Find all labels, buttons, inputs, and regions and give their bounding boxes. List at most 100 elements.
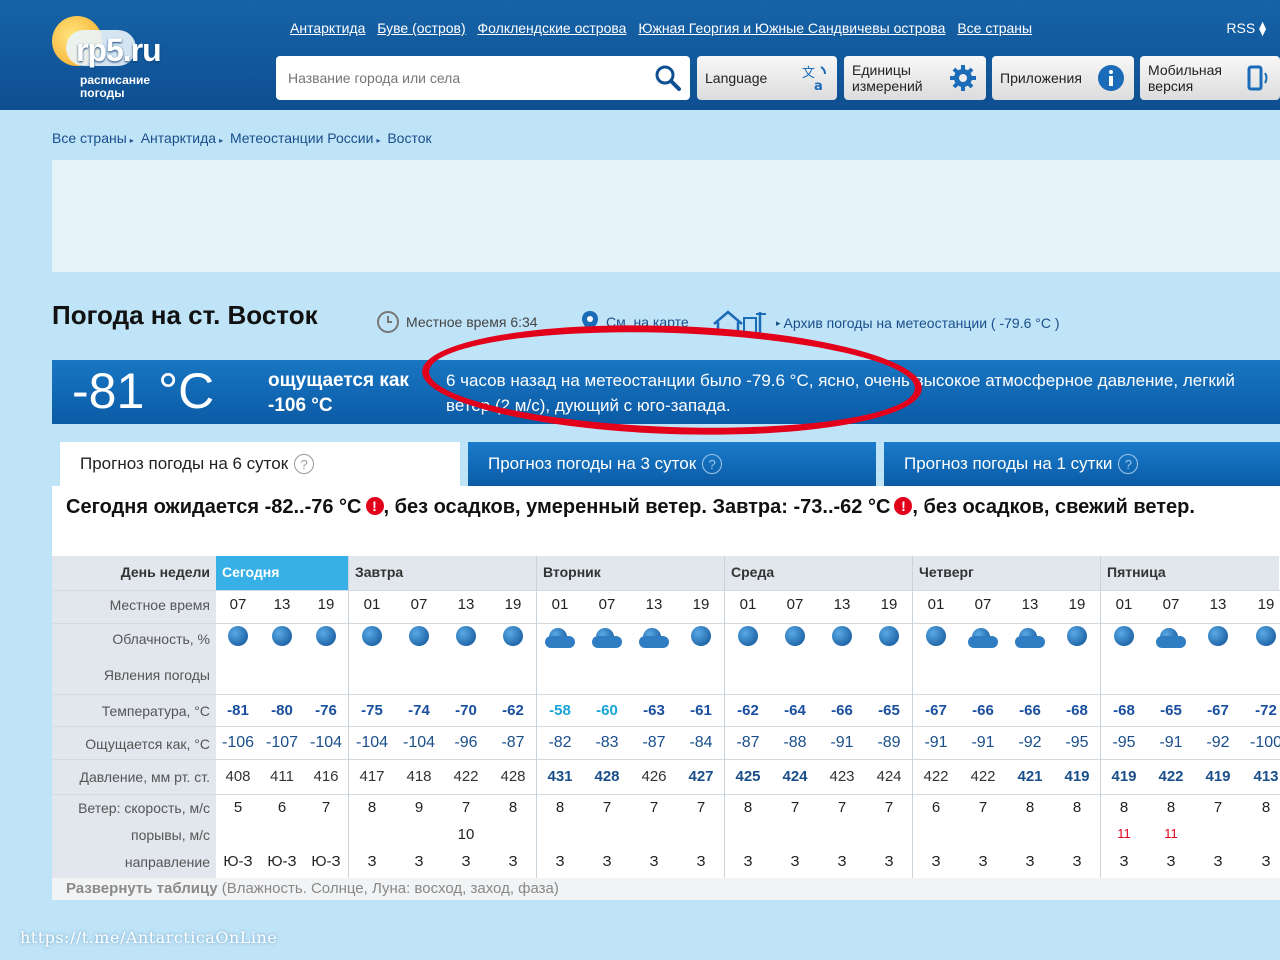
table-gridline (52, 623, 1280, 624)
temperature-cell: -80 (271, 702, 293, 719)
cloud-cell (490, 626, 536, 650)
feels-like-cell: -91 (924, 734, 948, 751)
mobile-version-button[interactable]: Мобильная версия (1140, 56, 1280, 100)
wind-direction-cell: Ю-З (311, 853, 341, 870)
archive-link[interactable]: ▸ Архив погоды на метеостанции ( -79.6 °… (712, 310, 1060, 336)
svg-text:a: a (814, 79, 823, 93)
feels-like-cell: -88 (783, 734, 807, 751)
time-cell: 07 (974, 596, 992, 613)
wind-direction-cell: З (649, 853, 659, 870)
units-button[interactable]: Единицы измерений (844, 56, 986, 100)
breadcrumb-arrow-icon: ▸ (129, 136, 134, 145)
apps-button[interactable]: Приложения (992, 56, 1134, 100)
feels-like-cell: -92 (1206, 734, 1230, 751)
top-link-south-georgia[interactable]: Южная Георгия и Южные Сандвичевы острова (638, 20, 945, 36)
search-input[interactable] (288, 66, 648, 90)
units-label: Единицы измерений (852, 62, 923, 94)
pressure-cell: 411 (270, 768, 294, 785)
row-label-phenomena: Явления погоды (103, 667, 210, 683)
temperature-cell: -74 (408, 702, 430, 719)
wind-direction-cell: З (790, 853, 800, 870)
tab-label: Прогноз погоды на 6 суток (80, 454, 289, 473)
pressure-cell: 419 (1111, 768, 1137, 785)
ad-placeholder (52, 160, 1280, 272)
phone-icon (1242, 63, 1272, 93)
wind-direction-cell: З (1261, 853, 1271, 870)
map-link[interactable]: См. на карте (580, 310, 689, 334)
temperature-cell: -68 (1066, 702, 1088, 719)
wind-speed-cell: 6 (931, 799, 941, 816)
time-cell: 13 (457, 596, 475, 613)
warning-icon: ! (365, 497, 384, 515)
cloud-cell (303, 626, 349, 650)
wind-speed-cell: 8 (508, 799, 518, 816)
top-link-antarctica[interactable]: Антарктида (290, 20, 365, 36)
top-link-bouvet[interactable]: Буве (остров) (377, 20, 465, 36)
breadcrumb-all-countries[interactable]: Все страны (52, 130, 127, 146)
night-clear-icon (228, 626, 248, 646)
table-gridline (52, 726, 1280, 727)
expand-table-link[interactable]: Развернуть таблицу (Влажность. Солнце, Л… (52, 878, 1280, 900)
wind-direction-cell: З (884, 853, 894, 870)
cloud-cell (396, 626, 442, 650)
wind-direction-cell: З (978, 853, 988, 870)
temperature-cell: -81 (227, 702, 249, 719)
breadcrumb-antarctica[interactable]: Антарктида (141, 130, 216, 146)
cloud-cell (960, 626, 1006, 652)
language-button[interactable]: Language 文a (697, 56, 837, 100)
pressure-cell: 428 (594, 768, 620, 785)
row-label-wind: Ветер: скорость, м/с (78, 800, 210, 816)
tab-forecast-3-days[interactable]: Прогноз погоды на 3 суток? (468, 442, 876, 486)
temperature-cell: -67 (1207, 702, 1229, 719)
night-clear-icon (832, 626, 852, 646)
temperature-cell: -76 (315, 702, 337, 719)
feels-like-cell: -82 (548, 734, 572, 751)
help-icon[interactable]: ? (1118, 454, 1139, 474)
temperature-cell: -70 (455, 702, 477, 719)
site-logo[interactable]: rp5.ru расписание погоды (44, 12, 204, 104)
time-cell: 07 (598, 596, 616, 613)
pressure-cell: 425 (735, 768, 761, 785)
cloud-cell (678, 626, 724, 650)
tab-forecast-6-days[interactable]: Прогноз погоды на 6 суток? (60, 442, 460, 486)
temperature-cell: -66 (972, 702, 994, 719)
wind-gust-cell: 11 (1117, 826, 1131, 841)
wind-speed-cell: 7 (602, 799, 612, 816)
top-link-falklands[interactable]: Фолклендские острова (478, 20, 627, 36)
pressure-cell: 426 (641, 768, 667, 785)
night-clear-icon (879, 626, 899, 646)
pressure-cell: 416 (313, 768, 339, 785)
wind-speed-cell: 8 (1261, 799, 1271, 816)
map-link-text[interactable]: См. на карте (606, 314, 689, 330)
breadcrumb-russian-stations[interactable]: Метеостанции России (230, 130, 373, 146)
help-icon[interactable]: ? (702, 454, 723, 474)
temperature-cell: -72 (1255, 702, 1277, 719)
help-icon[interactable]: ? (294, 454, 315, 474)
pressure-cell: 419 (1064, 768, 1090, 785)
cloud-cell (913, 626, 959, 650)
breadcrumb-vostok[interactable]: Восток (387, 130, 431, 146)
tab-forecast-1-day[interactable]: Прогноз погоды на 1 сутки? (884, 442, 1280, 486)
wind-direction-cell: З (414, 853, 424, 870)
search-icon[interactable] (654, 64, 682, 92)
tab-label: Прогноз погоды на 3 суток (488, 454, 697, 473)
time-cell: 13 (1021, 596, 1039, 613)
wind-gust-cell: 11 (1164, 826, 1178, 841)
night-clear-icon (362, 626, 382, 646)
summary-today: Сегодня ожидается -82..-76 °С (66, 496, 362, 518)
top-link-all-countries[interactable]: Все страны (957, 20, 1032, 36)
time-cell: 19 (1257, 596, 1275, 613)
temperature-cell: -62 (502, 702, 524, 719)
archive-link-text[interactable]: Архив погоды на метеостанции ( -79.6 °С … (784, 315, 1060, 331)
temperature-cell: -67 (925, 702, 947, 719)
pressure-cell: 408 (225, 768, 251, 785)
wind-direction-cell: Ю-З (267, 853, 297, 870)
day-header: Вторник (537, 556, 724, 590)
rss-link[interactable]: RSS ⧫ (1226, 20, 1266, 37)
local-time: Местное время 6:34 (376, 310, 538, 334)
brand-tagline: расписание погоды (80, 73, 151, 100)
time-cell: 07 (786, 596, 804, 613)
wind-direction-cell: З (367, 853, 377, 870)
wind-speed-cell: 8 (743, 799, 753, 816)
feels-like-cell: -91 (971, 734, 995, 751)
